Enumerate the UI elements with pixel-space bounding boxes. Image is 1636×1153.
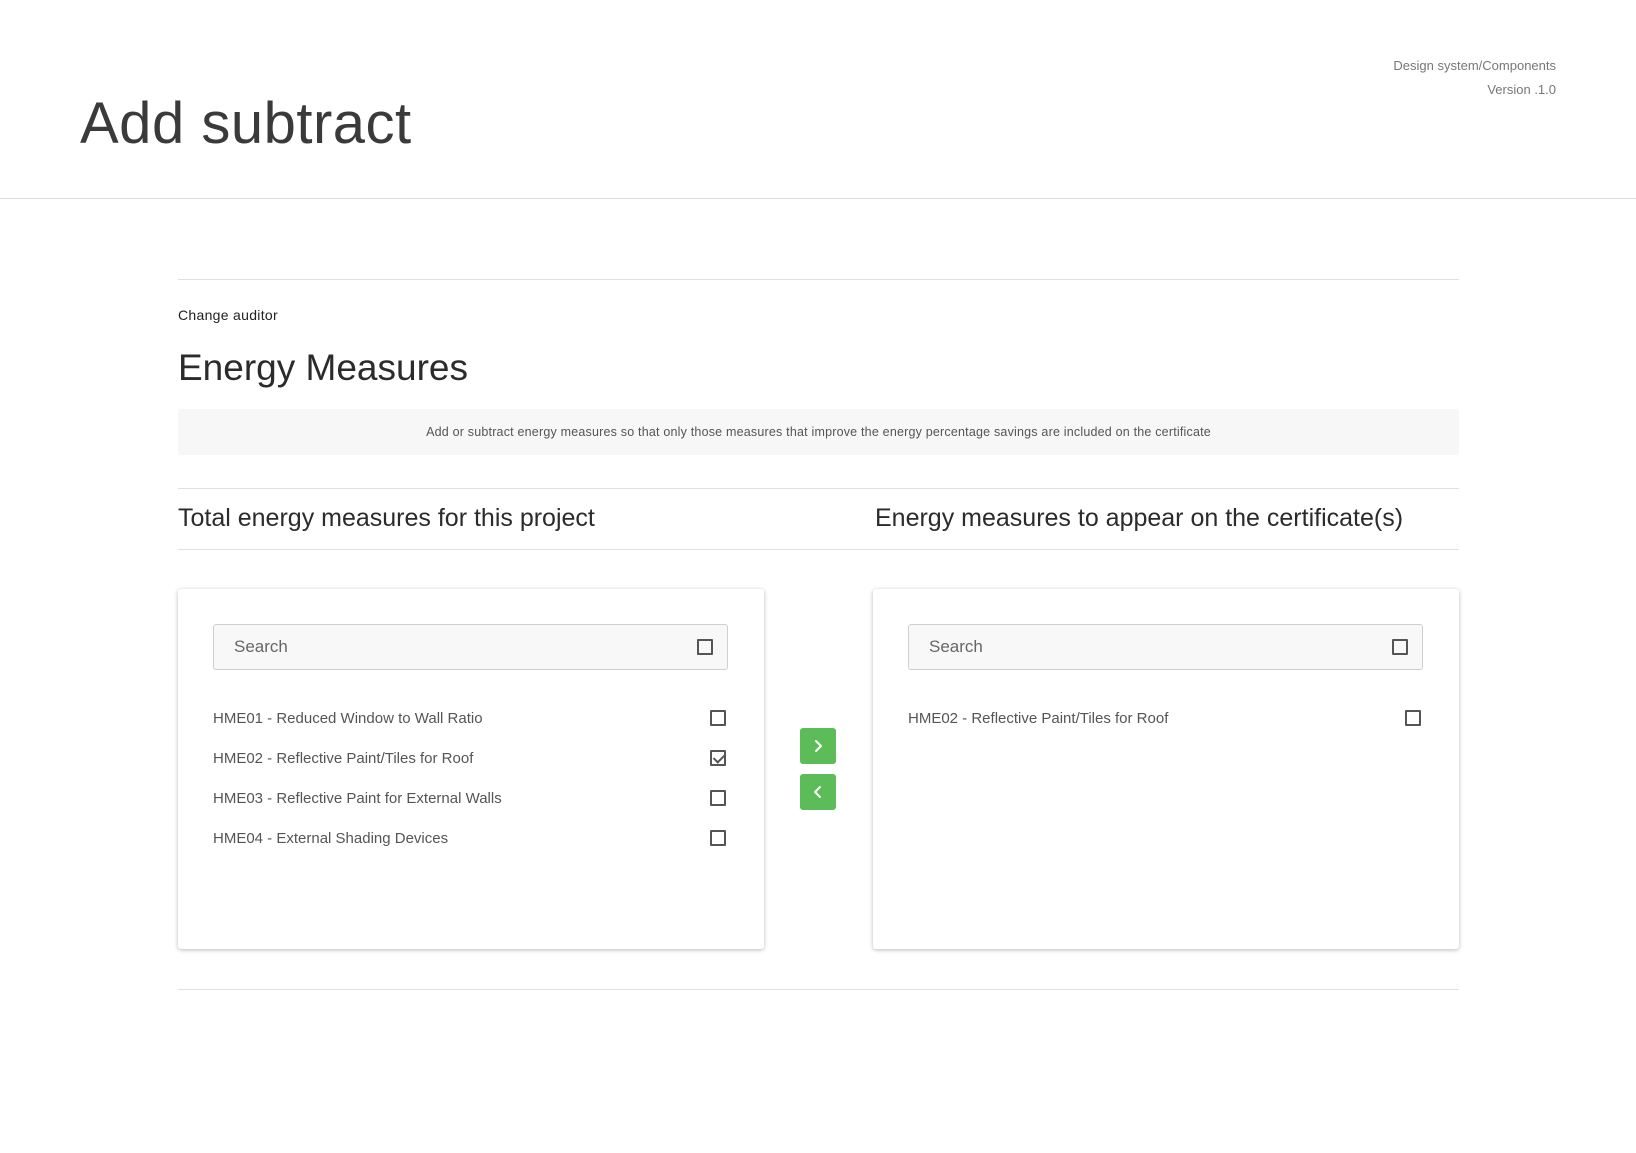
right-measure-list: HME02 - Reflective Paint/Tiles for Roof (908, 698, 1423, 738)
list-item[interactable]: HME01 - Reduced Window to Wall Ratio (213, 698, 728, 738)
section-title: Energy Measures (178, 347, 468, 388)
list-item-label: HME03 - Reflective Paint for External Wa… (213, 789, 502, 807)
right-column-title: Energy measures to appear on the certifi… (875, 504, 1404, 532)
certificate-list-panel: HME02 - Reflective Paint/Tiles for Roof (873, 589, 1459, 949)
main-content: Change auditor Energy Measures Add or su… (178, 279, 1459, 990)
right-search-box (908, 624, 1423, 670)
right-select-all-checkbox[interactable] (1392, 639, 1408, 655)
list-item-label: HME02 - Reflective Paint/Tiles for Roof (213, 749, 474, 767)
version-info: Design system/Components Version .1.0 (1393, 54, 1556, 102)
item-checkbox[interactable] (710, 830, 726, 846)
page-title: Add subtract (80, 91, 412, 156)
bottom-divider (178, 989, 1459, 990)
source-list-panel: HME01 - Reduced Window to Wall Ratio HME… (178, 589, 764, 949)
left-search-box (213, 624, 728, 670)
change-auditor-link[interactable]: Change auditor (178, 307, 278, 323)
info-banner: Add or subtract energy measures so that … (178, 409, 1459, 455)
chevron-right-icon (815, 740, 822, 752)
list-item-label: HME01 - Reduced Window to Wall Ratio (213, 709, 483, 727)
list-item[interactable]: HME02 - Reflective Paint/Tiles for Roof (908, 698, 1423, 738)
item-checkbox[interactable] (710, 710, 726, 726)
meta-line-1: Design system/Components (1393, 58, 1556, 73)
top-divider (178, 279, 1459, 280)
list-item-label: HME04 - External Shading Devices (213, 829, 449, 847)
meta-line-2: Version .1.0 (1487, 82, 1556, 97)
list-item[interactable]: HME02 - Reflective Paint/Tiles for Roof (213, 738, 728, 778)
info-text: Add or subtract energy measures so that … (426, 425, 1211, 439)
columns-header: Total energy measures for this project E… (178, 488, 1459, 550)
item-checkbox[interactable] (710, 750, 726, 766)
chevron-left-icon (814, 786, 821, 798)
page-header: Add subtract Design system/Components Ve… (0, 0, 1636, 199)
list-item[interactable]: HME03 - Reflective Paint for External Wa… (213, 778, 728, 818)
item-checkbox[interactable] (1405, 710, 1421, 726)
remove-measure-button[interactable] (800, 774, 836, 810)
right-search-input[interactable] (927, 636, 1392, 658)
left-search-input[interactable] (232, 636, 697, 658)
add-measure-button[interactable] (800, 728, 836, 764)
item-checkbox[interactable] (710, 790, 726, 806)
left-select-all-checkbox[interactable] (697, 639, 713, 655)
transfer-controls (800, 728, 836, 820)
left-column-title: Total energy measures for this project (178, 504, 595, 532)
list-item[interactable]: HME04 - External Shading Devices (213, 818, 728, 858)
list-item-label: HME02 - Reflective Paint/Tiles for Roof (908, 709, 1169, 727)
left-measure-list: HME01 - Reduced Window to Wall Ratio HME… (213, 698, 728, 858)
